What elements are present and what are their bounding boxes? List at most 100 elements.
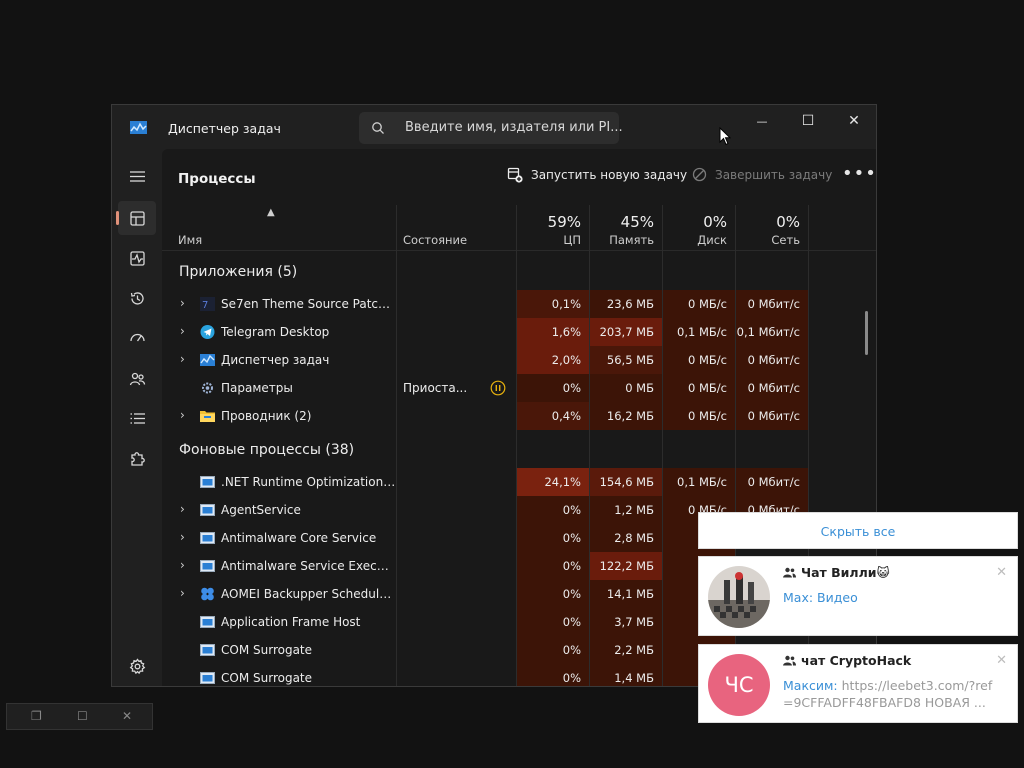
- minimize-icon: —: [756, 114, 768, 128]
- column-header-memory[interactable]: 45% Память: [590, 205, 662, 251]
- task-manager-app-icon: [130, 121, 147, 134]
- services-puzzle-icon: [130, 451, 145, 466]
- prohibited-icon: [692, 167, 707, 182]
- hide-all-notifications-button[interactable]: Скрыть все: [698, 512, 1018, 549]
- table-row[interactable]: .NET Runtime Optimization Se... 24,1% 15…: [162, 468, 876, 496]
- process-name: Application Frame Host: [221, 615, 361, 629]
- gear-icon: [129, 657, 145, 674]
- disk-cell: 0 МБ/с: [663, 346, 735, 374]
- sidebar-item-performance[interactable]: [118, 241, 156, 275]
- column-header-status[interactable]: Состояние: [396, 205, 516, 251]
- table-row[interactable]: › 7 Se7en Theme Source Patcher (... 0,1%…: [162, 290, 876, 318]
- service-window-icon: [200, 644, 215, 656]
- column-header-network[interactable]: 0% Сеть: [736, 205, 808, 251]
- end-task-button[interactable]: Завершить задачу: [692, 167, 832, 182]
- window-title: Диспетчер задач: [168, 121, 281, 136]
- process-status: Приоста...: [403, 381, 468, 395]
- network-total-percent: 0%: [776, 213, 800, 231]
- sidebar-item-services[interactable]: [118, 441, 156, 475]
- network-cell: 0 Мбит/с: [736, 402, 808, 430]
- column-header-name[interactable]: Имя: [162, 205, 396, 251]
- mouse-cursor-icon: [719, 127, 731, 146]
- task-manager-icon: [200, 354, 215, 366]
- chevron-right-icon[interactable]: ›: [180, 296, 185, 310]
- hamburger-menu-button[interactable]: [118, 159, 156, 193]
- sidebar-item-processes[interactable]: [116, 201, 156, 235]
- chevron-right-icon[interactable]: ›: [180, 502, 185, 516]
- startup-gauge-icon: [129, 333, 145, 341]
- processes-icon: [129, 210, 145, 226]
- minimized-window-bar: ❐ ☐ ✕: [6, 703, 153, 730]
- chat-title: Чат Вилли😺: [801, 565, 890, 580]
- settings-gear-icon: [202, 382, 213, 394]
- telegram-icon: [200, 325, 215, 339]
- table-row[interactable]: Параметры Приоста... 0% 0 МБ 0 МБ/с 0 Мб…: [162, 374, 876, 402]
- network-cell: 0 Мбит/с: [736, 290, 808, 318]
- close-button[interactable]: ✕: [122, 709, 132, 723]
- column-header-disk[interactable]: 0% Диск: [663, 205, 735, 251]
- history-icon: [130, 291, 144, 305]
- scrollbar-thumb[interactable]: [865, 311, 868, 355]
- cpu-cell: 0%: [517, 524, 589, 552]
- close-button[interactable]: ✕: [831, 105, 876, 137]
- notification-card[interactable]: Чат Вилли😺 Max: Видео ✕: [698, 556, 1018, 636]
- table-row[interactable]: › Проводник (2) 0,4% 16,2 МБ 0 МБ/с 0 Мб…: [162, 402, 876, 430]
- column-header-cpu[interactable]: 59% ЦП: [517, 205, 589, 251]
- cpu-total-percent: 59%: [547, 213, 581, 231]
- chevron-right-icon[interactable]: ›: [180, 324, 185, 338]
- run-new-task-button[interactable]: Запустить новую задачу: [507, 167, 687, 183]
- close-notification-button[interactable]: ✕: [996, 565, 1007, 580]
- run-new-task-label: Запустить новую задачу: [531, 168, 688, 182]
- maximize-button[interactable]: ☐: [77, 709, 88, 723]
- process-name: AgentService: [221, 503, 301, 517]
- restore-button[interactable]: ❐: [31, 709, 42, 723]
- process-name: Проводник (2): [221, 409, 312, 423]
- aomei-clover-icon: [201, 587, 214, 601]
- se7en-app-icon: 7: [200, 297, 215, 311]
- notification-sender: Max:: [783, 590, 814, 605]
- search-input[interactable]: Введите имя, издателя или PI...: [359, 112, 623, 144]
- network-cell: 0 Мбит/с: [736, 374, 808, 402]
- chevron-right-icon[interactable]: ›: [180, 408, 185, 422]
- notification-body: Max: Видео: [783, 589, 993, 606]
- chevron-right-icon[interactable]: ›: [180, 530, 185, 544]
- notification-title: Чат Вилли😺: [783, 565, 890, 580]
- sidebar-item-settings[interactable]: [118, 649, 156, 683]
- table-row[interactable]: › Telegram Desktop 1,6% 203,7 МБ 0,1 МБ/…: [162, 318, 876, 346]
- more-options-button[interactable]: •••: [842, 163, 876, 184]
- end-task-label: Завершить задачу: [715, 167, 833, 182]
- cpu-cell: 0,1%: [517, 290, 589, 318]
- process-name: Параметры: [221, 381, 293, 395]
- service-window-icon: [200, 616, 215, 628]
- group-chat-icon: [783, 655, 796, 666]
- notification-title: чат CryptoHack: [783, 653, 911, 668]
- chevron-right-icon[interactable]: ›: [180, 558, 185, 572]
- search-icon: [372, 122, 384, 134]
- memory-label: Память: [609, 233, 654, 247]
- chat-avatar: ЧС: [708, 654, 770, 716]
- page-title: Процессы: [178, 171, 256, 187]
- sidebar-item-details[interactable]: [118, 401, 156, 435]
- cpu-cell: 0,4%: [517, 402, 589, 430]
- notification-card[interactable]: ЧС чат CryptoHack Максим: https://leebet…: [698, 644, 1018, 723]
- maximize-button[interactable]: ☐: [785, 105, 831, 137]
- sidebar-item-startup[interactable]: [118, 321, 156, 355]
- sidebar-item-users[interactable]: [118, 361, 156, 395]
- disk-cell: 0,1 МБ/с: [663, 318, 735, 346]
- sidebar-item-app-history[interactable]: [118, 281, 156, 315]
- network-cell: 0 Мбит/с: [736, 346, 808, 374]
- service-window-icon: [200, 560, 215, 572]
- minimize-button[interactable]: —: [739, 105, 785, 137]
- panel-header: Процессы Запустить новую задачу Завершит…: [162, 149, 876, 205]
- disk-total-percent: 0%: [703, 213, 727, 231]
- suspended-pause-icon: [490, 380, 506, 396]
- notification-text: Видео: [813, 590, 858, 605]
- close-notification-button[interactable]: ✕: [996, 653, 1007, 668]
- memory-cell: 14,1 МБ: [590, 580, 662, 608]
- table-row[interactable]: › Диспетчер задач 2,0% 56,5 МБ 0 МБ/с 0 …: [162, 346, 876, 374]
- memory-total-percent: 45%: [620, 213, 654, 231]
- network-cell: 0 Мбит/с: [736, 468, 808, 496]
- chat-avatar-image: [708, 566, 770, 628]
- chevron-right-icon[interactable]: ›: [180, 586, 185, 600]
- chevron-right-icon[interactable]: ›: [180, 352, 185, 366]
